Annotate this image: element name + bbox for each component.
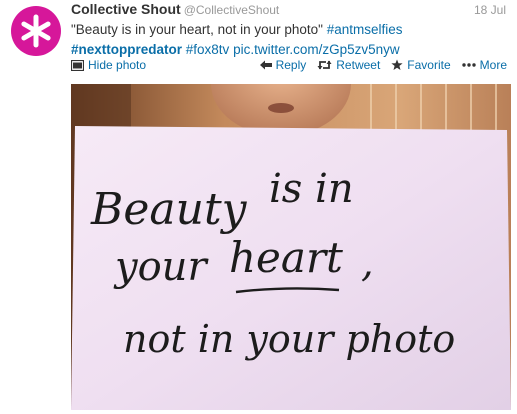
media-link[interactable]: pic.twitter.com/zGp5zv5nyw <box>233 42 400 57</box>
sign-word-is-in: is in <box>269 166 354 212</box>
retweet-label: Retweet <box>336 58 381 72</box>
reply-button[interactable]: Reply <box>259 58 307 72</box>
hide-photo-label: Hide photo <box>88 58 147 72</box>
sign-word-beauty: Beauty <box>90 184 248 235</box>
author-name-text[interactable]: Collective Shout <box>71 1 181 17</box>
avatar[interactable] <box>11 6 61 56</box>
favorite-button[interactable]: Favorite <box>391 58 451 72</box>
tweet-quote: "Beauty is in your heart, not in your ph… <box>71 22 323 37</box>
tweet-photo[interactable]: Beauty is in your heart , not in your ph… <box>71 84 511 410</box>
photo-canvas: Beauty is in your heart , not in your ph… <box>71 84 511 410</box>
author-handle[interactable]: @CollectiveShout <box>184 3 280 17</box>
asterisk-logo-icon <box>21 14 51 48</box>
sign-word-heart: heart <box>229 233 343 282</box>
sign-comma: , <box>361 240 374 286</box>
author-name[interactable]: Collective Shout @CollectiveShout <box>71 1 279 17</box>
favorite-label: Favorite <box>407 58 451 72</box>
hashtag-link[interactable]: #antmselfies <box>327 22 403 37</box>
photo-icon <box>71 59 84 71</box>
hide-photo-button[interactable]: Hide photo <box>71 58 146 72</box>
tweet-timestamp[interactable]: 18 Jul <box>474 3 506 17</box>
more-button[interactable]: More <box>461 58 507 72</box>
more-label: More <box>479 58 507 72</box>
reply-arrow-icon <box>259 60 272 70</box>
more-dots-icon <box>461 63 476 67</box>
hashtag-link[interactable]: #nexttoppredator <box>71 42 182 57</box>
tweet-text: "Beauty is in your heart, not in your ph… <box>71 20 511 60</box>
sign-word-your: your <box>113 244 209 290</box>
retweet-button[interactable]: Retweet <box>317 58 380 72</box>
star-icon <box>391 59 403 70</box>
retweet-icon <box>317 60 332 70</box>
reply-label: Reply <box>275 58 307 72</box>
tweet-actions: Hide photo Reply Retweet Favorite More <box>71 58 511 74</box>
sign-line-3: not in your photo <box>123 317 455 361</box>
hashtag-link[interactable]: #fox8tv <box>186 42 230 57</box>
